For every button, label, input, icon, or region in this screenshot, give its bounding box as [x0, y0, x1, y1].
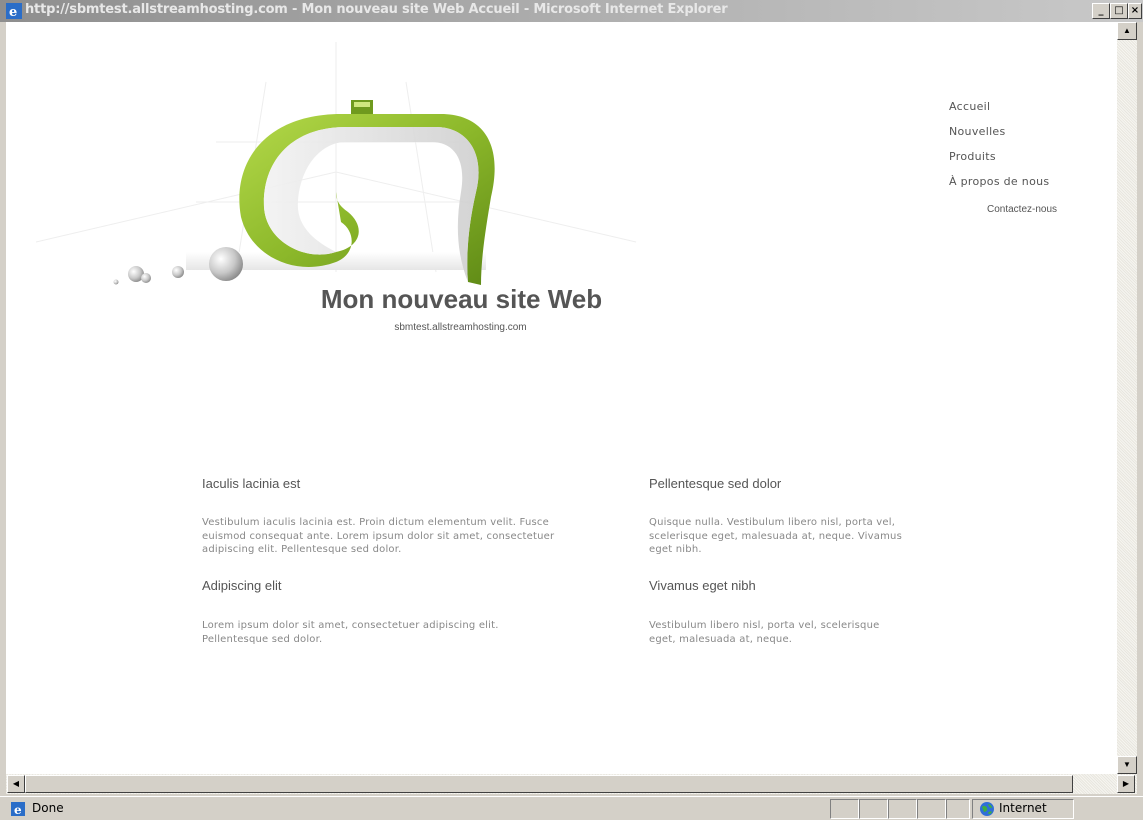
article-body: Quisque nulla. Vestibulum libero nisl, p…	[649, 517, 902, 555]
horizontal-scrollbar[interactable]: ◀ ▶	[6, 774, 1137, 794]
svg-text:e: e	[14, 803, 22, 817]
site-title-text: Mon nouveau site Web	[320, 284, 603, 314]
svg-text:e: e	[9, 5, 17, 19]
status-cell	[830, 799, 859, 819]
vertical-scrollbar[interactable]: ▲ ▼	[1117, 22, 1137, 774]
status-cell	[859, 799, 888, 819]
site-subtitle-text: sbmtest.allstreamhosting.com	[394, 322, 527, 333]
nav-item-accueil[interactable]: Accueil	[949, 100, 1049, 113]
minimize-button[interactable]: _	[1092, 3, 1110, 19]
nav-item-nouvelles[interactable]: Nouvelles	[949, 125, 1049, 138]
header-artwork	[36, 42, 637, 285]
site-subtitle: sbmtest.allstreamhosting.com	[6, 322, 1117, 333]
nav-item-a-propos[interactable]: À propos de nous	[949, 175, 1049, 188]
article-heading: Pellentesque sed dolor	[649, 476, 782, 491]
page-viewport: Mon nouveau site Web sbmtest.allstreamho…	[6, 22, 1117, 774]
article-body: Vestibulum libero nisl, porta vel, scele…	[649, 620, 880, 645]
horizontal-scroll-thumb[interactable]	[25, 775, 1073, 793]
scroll-up-icon[interactable]: ▲	[1117, 22, 1137, 40]
scroll-down-icon[interactable]: ▼	[1117, 756, 1137, 774]
article-body: Vestibulum iaculis lacinia est. Proin di…	[202, 517, 555, 555]
status-bar: e Done Internet	[0, 796, 1143, 820]
window-titlebar: e http://sbmtest.allstreamhosting.com - …	[0, 0, 1143, 22]
site-title: Mon nouveau site Web	[6, 284, 1117, 315]
status-cell	[888, 799, 917, 819]
article-body: Lorem ipsum dolor sit amet, consectetuer…	[202, 620, 499, 645]
nav-item-produits[interactable]: Produits	[949, 150, 1049, 163]
scroll-right-icon[interactable]: ▶	[1117, 775, 1135, 793]
nav-item-contactez-nous[interactable]: Contactez-nous	[987, 204, 1057, 215]
close-button[interactable]: ×	[1128, 3, 1142, 19]
globe-icon	[980, 802, 994, 816]
article-heading: Vivamus eget nibh	[649, 578, 756, 593]
main-nav: Accueil Nouvelles Produits À propos de n…	[949, 100, 1049, 200]
status-cell	[917, 799, 946, 819]
security-zone: Internet	[972, 799, 1074, 819]
article-heading: Iaculis lacinia est	[202, 476, 301, 491]
ie-icon: e	[6, 3, 22, 19]
article-heading: Adipiscing elit	[202, 578, 282, 593]
window-title: http://sbmtest.allstreamhosting.com - Mo…	[25, 2, 728, 17]
scroll-left-icon[interactable]: ◀	[7, 775, 25, 793]
status-text: Done	[32, 801, 64, 815]
page-done-icon: e	[11, 802, 25, 817]
status-cell	[946, 799, 970, 819]
maximize-button[interactable]: □	[1110, 3, 1128, 19]
zone-text: Internet	[999, 801, 1047, 815]
